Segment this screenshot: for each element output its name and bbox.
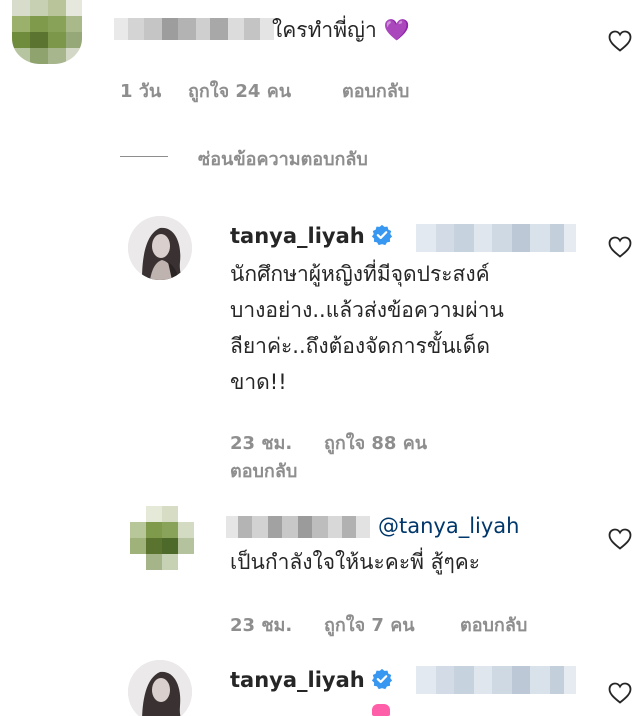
comment-text: ใครทำพี่ญ่า 💜 (272, 18, 410, 42)
verified-badge-icon (371, 668, 392, 690)
heart-outline-icon[interactable] (608, 682, 632, 704)
like-count[interactable]: ถูกใจ 7 คน (324, 610, 415, 639)
avatar[interactable] (12, 0, 82, 64)
comment-time: 1 วัน (120, 81, 162, 102)
heart-outline-icon[interactable] (608, 236, 632, 258)
reply-text-line-3: ลียาค่ะ..ถึงต้องจัดการขั้นเด็ด (230, 334, 491, 358)
hide-replies-line (120, 156, 168, 157)
reply-text-line-4: ขาด!! (230, 370, 287, 394)
mention-blurred[interactable] (416, 224, 576, 252)
username-blurred[interactable] (114, 18, 274, 40)
reply-button[interactable]: ตอบกลับ (230, 456, 297, 485)
reply-username[interactable]: tanya_liyah (230, 220, 393, 252)
mention-link[interactable]: @tanya_liyah (378, 510, 519, 542)
verified-badge-icon (371, 224, 392, 246)
avatar[interactable] (128, 660, 192, 716)
reply-text-line-2: บางอย่าง..แล้วส่งข้อความผ่าน (230, 298, 504, 322)
comment-time: 23 ชม. (230, 433, 293, 454)
reply-button[interactable]: ตอบกลับ (460, 610, 527, 639)
reply-text: เป็นกำลังใจให้นะคะพี่ สู้ๆคะ (230, 550, 481, 574)
purple-heart-emoji: 💜 (383, 18, 410, 42)
hide-replies-button[interactable]: ซ่อนข้อความตอบกลับ (198, 144, 368, 173)
reply-text-line-1: นักศึกษาผู้หญิงที่มีจุดประสงค์ (230, 262, 490, 286)
profile-photo (128, 216, 192, 280)
avatar[interactable] (128, 216, 192, 280)
like-count[interactable]: ถูกใจ 24 คน (188, 76, 291, 105)
avatar[interactable] (130, 506, 194, 570)
mention-blurred[interactable] (416, 666, 576, 694)
reply-username[interactable]: tanya_liyah (230, 664, 393, 696)
comment-time: 23 ชม. (230, 615, 293, 636)
reply-button[interactable]: ตอบกลับ (342, 76, 409, 105)
heart-outline-icon[interactable] (608, 528, 632, 550)
heart-outline-icon[interactable] (608, 30, 632, 52)
like-count[interactable]: ถูกใจ 88 คน (324, 428, 427, 457)
pink-heart-emoji (372, 704, 390, 716)
profile-photo (128, 660, 192, 716)
username-blurred[interactable] (226, 516, 370, 538)
